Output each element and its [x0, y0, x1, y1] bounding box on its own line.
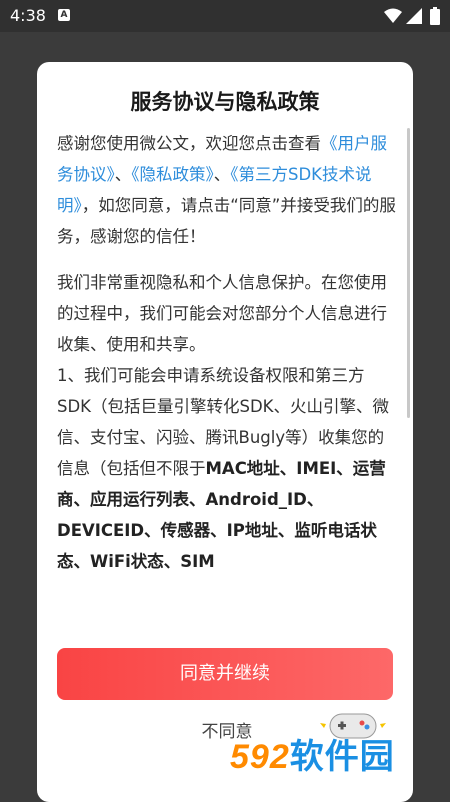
- separator-text: 、: [114, 165, 132, 184]
- agree-continue-button[interactable]: 同意并继续: [57, 648, 393, 700]
- content-scrollbar[interactable]: [407, 128, 410, 418]
- intro-paragraph: 感谢您使用微公文，欢迎您点击查看《用户服务协议》、《隐私政策》、《第三方SDK技…: [57, 128, 397, 252]
- intro-text: 感谢您使用微公文，欢迎您点击查看: [57, 134, 321, 153]
- watermark-logo-name: 软件园: [289, 738, 395, 776]
- intro-text-continued: ，如您同意，请点击“同意”并接受我们的服务，感谢您的信任！: [57, 196, 396, 246]
- dialog-content[interactable]: 感谢您使用微公文，欢迎您点击查看《用户服务协议》、《隐私政策》、《第三方SDK技…: [57, 128, 397, 628]
- notification-a-icon: A: [58, 9, 70, 21]
- gamepad-icon: [320, 713, 386, 739]
- status-bar: 4:38 A: [0, 0, 450, 32]
- dialog-title: 服务协议与隐私政策: [130, 90, 320, 114]
- battery-icon: [430, 7, 440, 25]
- watermark-logo: 592软件园: [230, 738, 440, 776]
- signal-icon: [406, 8, 422, 24]
- privacy-policy-link[interactable]: 《隐私政策》: [131, 165, 214, 184]
- permissions-paragraph: 1、我们可能会申请系统设备权限和第三方SDK（包括巨量引擎转化SDK、火山引擎、…: [57, 360, 397, 577]
- wifi-icon: [384, 8, 402, 23]
- watermark-logo-number: 592: [230, 738, 290, 776]
- separator-text: 、: [213, 165, 231, 184]
- privacy-dialog: 服务协议与隐私政策 感谢您使用微公文，欢迎您点击查看《用户服务协议》、《隐私政策…: [37, 62, 413, 802]
- privacy-importance-paragraph: 我们非常重视隐私和个人信息保护。在您使用的过程中，我们可能会对您部分个人信息进行…: [57, 273, 387, 354]
- status-time: 4:38: [10, 6, 46, 25]
- watermark-url: www.592xiazai.com: [238, 776, 370, 792]
